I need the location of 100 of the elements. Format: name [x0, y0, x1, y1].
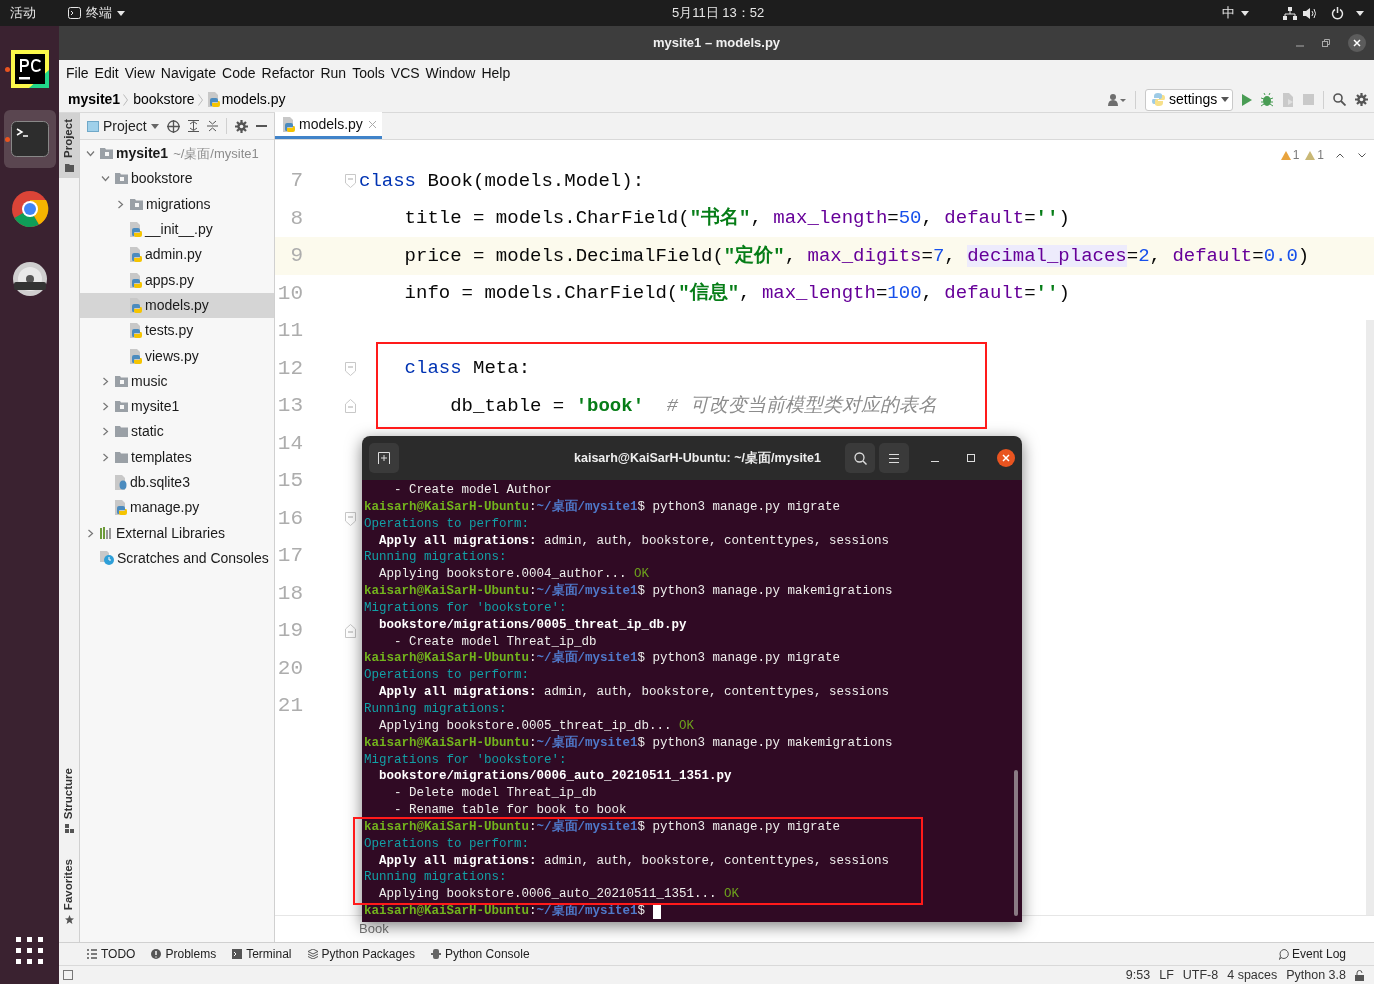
- menu-item[interactable]: File: [63, 63, 92, 84]
- apps-grid-icon[interactable]: [16, 937, 43, 964]
- collapse-all-icon[interactable]: [206, 120, 218, 132]
- caret-icon: [1221, 97, 1230, 102]
- chevron-down-icon[interactable]: [86, 149, 95, 159]
- chevron-down-icon[interactable]: [1358, 152, 1366, 158]
- new-tab-button[interactable]: [369, 443, 399, 473]
- inspection-count[interactable]: 1: [1280, 146, 1300, 164]
- inspection-count[interactable]: 1: [1305, 146, 1324, 164]
- tool-window-tab[interactable]: Python Console: [430, 945, 530, 963]
- terminal-line: kaisarh@KaiSarH-Ubuntu:~/桌面/mysite1$ python3 manage.py makemigrations: [364, 734, 893, 752]
- tree-item[interactable]: db.sqlite3: [80, 469, 274, 496]
- side-tab[interactable]: Project: [59, 113, 79, 178]
- tree-item[interactable]: models.py: [80, 292, 274, 319]
- tree-item[interactable]: static: [80, 419, 274, 445]
- input-method[interactable]: 中: [1222, 3, 1235, 23]
- run-config-dropdown[interactable]: settings: [1145, 88, 1233, 111]
- tree-item[interactable]: tests.py: [80, 318, 274, 344]
- expand-all-icon[interactable]: [187, 120, 199, 132]
- tool-window-tab[interactable]: Terminal: [232, 945, 292, 963]
- close-icon[interactable]: [997, 449, 1015, 467]
- tree-item[interactable]: views.py: [80, 343, 274, 369]
- power-icon[interactable]: [1331, 6, 1344, 20]
- menu-item[interactable]: Run: [317, 63, 350, 84]
- menu-item[interactable]: Tools: [349, 63, 388, 84]
- debug-icon[interactable]: [1261, 92, 1273, 107]
- chevron-right-icon[interactable]: [101, 376, 110, 386]
- menu-item[interactable]: Code: [219, 63, 259, 84]
- settings-icon[interactable]: [234, 119, 248, 133]
- chevron-right-icon[interactable]: [116, 199, 125, 209]
- menu-button[interactable]: [879, 443, 909, 473]
- terminal-icon[interactable]: [10, 121, 49, 157]
- menu-item[interactable]: Edit: [91, 63, 122, 84]
- tree-item[interactable]: External Libraries: [80, 520, 274, 546]
- activities-button[interactable]: 活动: [10, 3, 36, 23]
- scrollbar-thumb[interactable]: [1366, 320, 1374, 915]
- terminal-icon: [232, 949, 243, 959]
- status-item[interactable]: UTF-8: [1182, 965, 1219, 984]
- breadcrumb-item[interactable]: Book: [359, 919, 389, 939]
- status-item[interactable]: Python 3.8: [1286, 965, 1346, 984]
- tree-item[interactable]: manage.py: [80, 495, 274, 521]
- app-menu[interactable]: 终端: [86, 3, 112, 23]
- menu-item[interactable]: Help: [478, 63, 514, 84]
- menu-item[interactable]: View: [121, 63, 158, 84]
- chevron-right-icon[interactable]: [86, 528, 95, 538]
- disc-icon[interactable]: [11, 261, 48, 297]
- minimize-icon[interactable]: [255, 125, 267, 127]
- tool-window-tab[interactable]: Problems: [151, 945, 217, 963]
- settings-icon[interactable]: [1355, 93, 1368, 106]
- close-icon[interactable]: [1348, 34, 1366, 52]
- tree-item[interactable]: bookstore: [80, 166, 274, 192]
- restore-icon[interactable]: [1322, 39, 1330, 47]
- breadcrumb-item[interactable]: models.py: [221, 89, 286, 110]
- menu-item[interactable]: Refactor: [258, 63, 318, 84]
- volume-icon[interactable]: [1303, 6, 1317, 20]
- tool-window-tab[interactable]: Python Packages: [307, 945, 415, 963]
- status-item[interactable]: LF: [1159, 965, 1174, 984]
- python-file-icon: [283, 116, 295, 132]
- maximize-icon[interactable]: [967, 454, 975, 462]
- panel-toggle-icon[interactable]: [63, 970, 73, 980]
- side-tab[interactable]: Structure: [59, 761, 79, 839]
- menu-item[interactable]: VCS: [387, 63, 423, 84]
- side-tab[interactable]: Favorites: [59, 852, 79, 930]
- tree-item[interactable]: Scratches and Consoles: [80, 545, 274, 572]
- list-icon: [87, 949, 97, 959]
- terminal-title: kaisarh@KaiSarH-Ubuntu: ~/桌面/mysite1: [574, 449, 821, 467]
- tool-window-tab[interactable]: Event Log: [1278, 945, 1346, 963]
- menu-item[interactable]: Window: [422, 63, 479, 84]
- search-button[interactable]: [845, 443, 875, 473]
- tree-item[interactable]: music: [80, 368, 274, 394]
- tree-item[interactable]: __init__.py: [80, 216, 274, 243]
- locate-icon[interactable]: [166, 119, 180, 133]
- run-icon[interactable]: [1242, 93, 1252, 106]
- network-icon[interactable]: [1283, 6, 1297, 20]
- breadcrumb-item[interactable]: bookstore: [133, 89, 195, 110]
- pycharm-icon[interactable]: [10, 50, 49, 88]
- browser-icon[interactable]: [10, 190, 49, 228]
- lock-icon[interactable]: [1355, 969, 1364, 981]
- tree-item[interactable]: migrations: [80, 191, 274, 217]
- tree-item[interactable]: apps.py: [80, 267, 274, 293]
- user-icon[interactable]: [1108, 93, 1126, 106]
- tree-item[interactable]: templates: [80, 444, 274, 470]
- chevron-right-icon[interactable]: [101, 402, 110, 412]
- editor-tab[interactable]: models.py: [275, 112, 382, 139]
- chevron-up-icon[interactable]: [1336, 152, 1344, 158]
- tree-item[interactable]: admin.py: [80, 242, 274, 268]
- status-item[interactable]: 4 spaces: [1227, 965, 1278, 984]
- clock[interactable]: 5月11日 13：52: [672, 3, 765, 23]
- status-item[interactable]: 9:53: [1125, 965, 1151, 984]
- chevron-down-icon[interactable]: [101, 174, 110, 184]
- menu-item[interactable]: Navigate: [157, 63, 220, 84]
- line-number: 8: [289, 205, 303, 232]
- scrollbar-thumb[interactable]: [1014, 770, 1018, 916]
- tree-item[interactable]: mysite1 ~/桌面/mysite1: [80, 141, 274, 167]
- search-icon[interactable]: [1333, 93, 1346, 106]
- tool-window-tab[interactable]: TODO: [87, 945, 136, 963]
- breadcrumb-item[interactable]: mysite1: [68, 89, 121, 110]
- chevron-right-icon[interactable]: [101, 427, 110, 437]
- chevron-right-icon[interactable]: [101, 452, 110, 462]
- tree-item[interactable]: mysite1: [80, 393, 274, 420]
